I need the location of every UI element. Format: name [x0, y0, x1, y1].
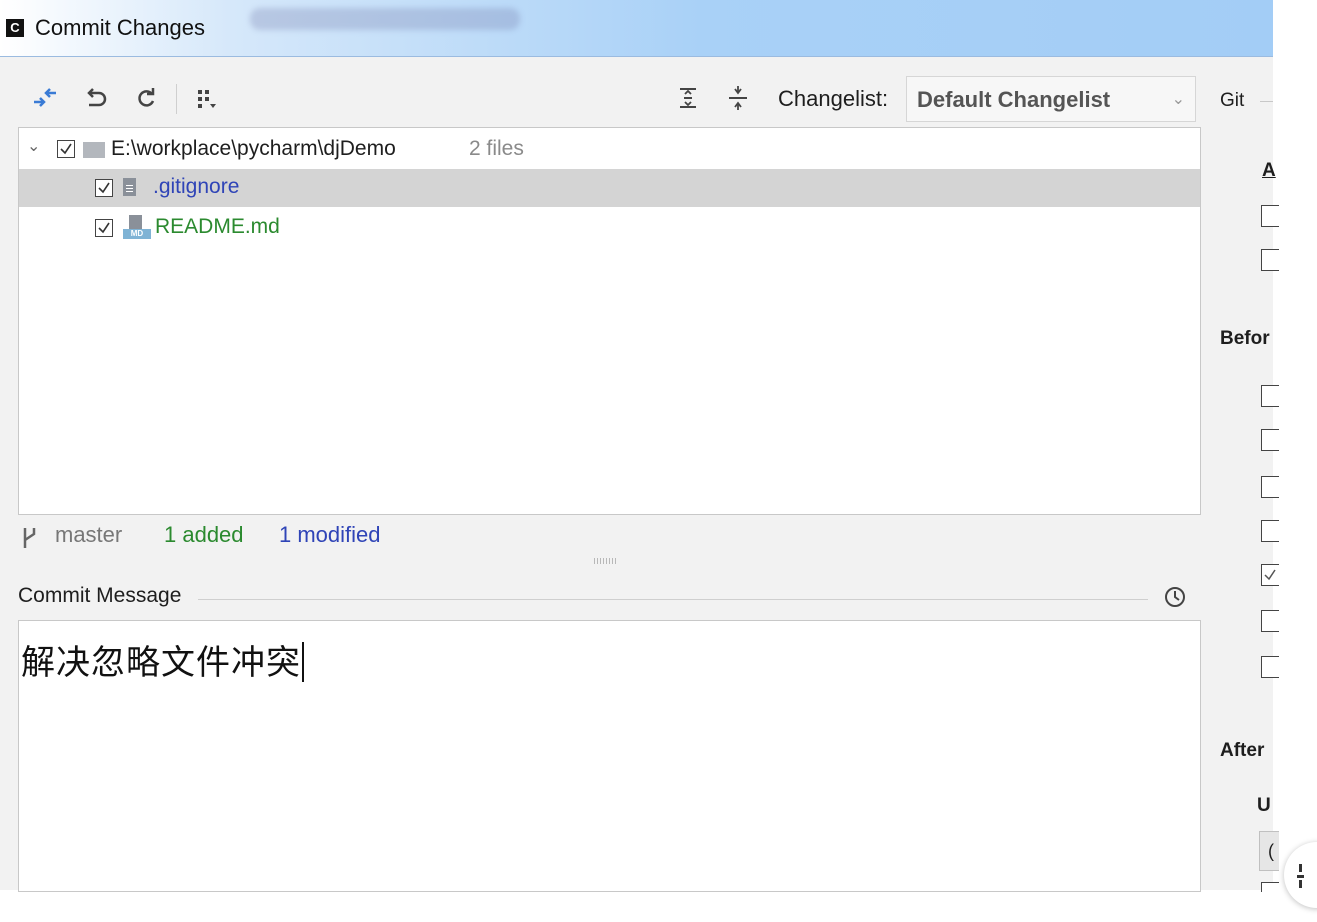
window-title: Commit Changes	[35, 15, 205, 40]
before-commit-checkbox[interactable]	[1261, 385, 1279, 407]
file-checkbox[interactable]	[95, 219, 113, 237]
collapse-all-icon[interactable]	[724, 82, 752, 114]
file-name-gitignore: .gitignore	[153, 175, 240, 198]
author-label: A	[1262, 160, 1276, 181]
before-commit-checkbox[interactable]	[1261, 656, 1279, 678]
folder-icon	[83, 142, 105, 158]
file-row-readme[interactable]: MD README.md	[19, 209, 1200, 247]
blurred-window-caption	[250, 8, 520, 30]
git-section-divider	[1260, 101, 1273, 102]
file-row-gitignore[interactable]: .gitignore	[19, 169, 1200, 207]
commit-message-text: 解决忽略文件冲突	[21, 644, 301, 682]
floating-assistant-button[interactable]	[1284, 842, 1317, 908]
before-commit-label: Befor	[1220, 328, 1270, 349]
toolbar-separator	[176, 84, 177, 114]
commit-message-divider	[198, 599, 1148, 600]
title-bar: C Commit Changes	[0, 0, 1273, 57]
git-branch-icon	[20, 526, 42, 550]
combo-value: (	[1268, 841, 1274, 861]
changelist-value: Default Changelist	[917, 87, 1111, 112]
after-commit-checkbox[interactable]	[1261, 882, 1279, 892]
root-file-count: 2 files	[469, 137, 524, 160]
expand-all-icon[interactable]	[674, 82, 702, 114]
commit-message-input[interactable]: 解决忽略文件冲突	[18, 620, 1201, 892]
changelist-dropdown[interactable]: Default Changelist ⌄	[906, 76, 1196, 122]
refresh-icon[interactable]	[131, 82, 161, 114]
changes-tree[interactable]: ⌄ E:\workplace\pycharm\djDemo 2 files .g…	[18, 127, 1201, 515]
grip-icon	[1299, 864, 1302, 872]
chevron-down-icon: ⌄	[1171, 91, 1185, 108]
rollback-icon[interactable]	[80, 82, 110, 114]
grip-icon-stem	[1299, 880, 1302, 888]
group-by-icon[interactable]	[191, 82, 223, 114]
tree-root-row[interactable]: ⌄ E:\workplace\pycharm\djDemo 2 files	[19, 130, 1200, 168]
branch-name: master	[55, 522, 123, 547]
changelist-label: Changelist:	[778, 86, 889, 111]
before-commit-checkbox-checked[interactable]	[1261, 564, 1279, 586]
expand-arrow-icon[interactable]: ⌄	[27, 136, 40, 156]
text-caret	[302, 642, 304, 682]
added-count[interactable]: 1 added	[164, 522, 244, 548]
before-commit-checkbox[interactable]	[1261, 429, 1279, 451]
commit-message-label: Commit Message	[18, 584, 182, 607]
root-checkbox[interactable]	[57, 140, 75, 158]
option-checkbox[interactable]	[1261, 249, 1279, 271]
before-commit-checkbox[interactable]	[1261, 476, 1279, 498]
before-commit-checkbox[interactable]	[1261, 520, 1279, 542]
splitter-handle[interactable]	[594, 558, 618, 564]
before-commit-checkbox[interactable]	[1261, 610, 1279, 632]
diff-arrows-icon[interactable]	[28, 82, 62, 114]
pycharm-app-icon: C	[6, 19, 24, 37]
file-checkbox[interactable]	[95, 179, 113, 197]
file-name-readme: README.md	[155, 215, 280, 238]
history-clock-icon[interactable]	[1162, 584, 1188, 610]
modified-count[interactable]: 1 modified	[279, 522, 381, 548]
grip-icon-bar	[1297, 875, 1304, 878]
after-commit-sublabel: U	[1257, 795, 1271, 816]
after-commit-label: After	[1220, 740, 1265, 761]
text-file-icon	[123, 178, 136, 196]
git-section-label: Git	[1220, 90, 1245, 111]
after-commit-combo[interactable]: (	[1259, 831, 1279, 871]
markdown-file-icon: MD	[123, 215, 151, 241]
option-checkbox[interactable]	[1261, 205, 1279, 227]
root-path: E:\workplace\pycharm\djDemo	[111, 137, 396, 160]
